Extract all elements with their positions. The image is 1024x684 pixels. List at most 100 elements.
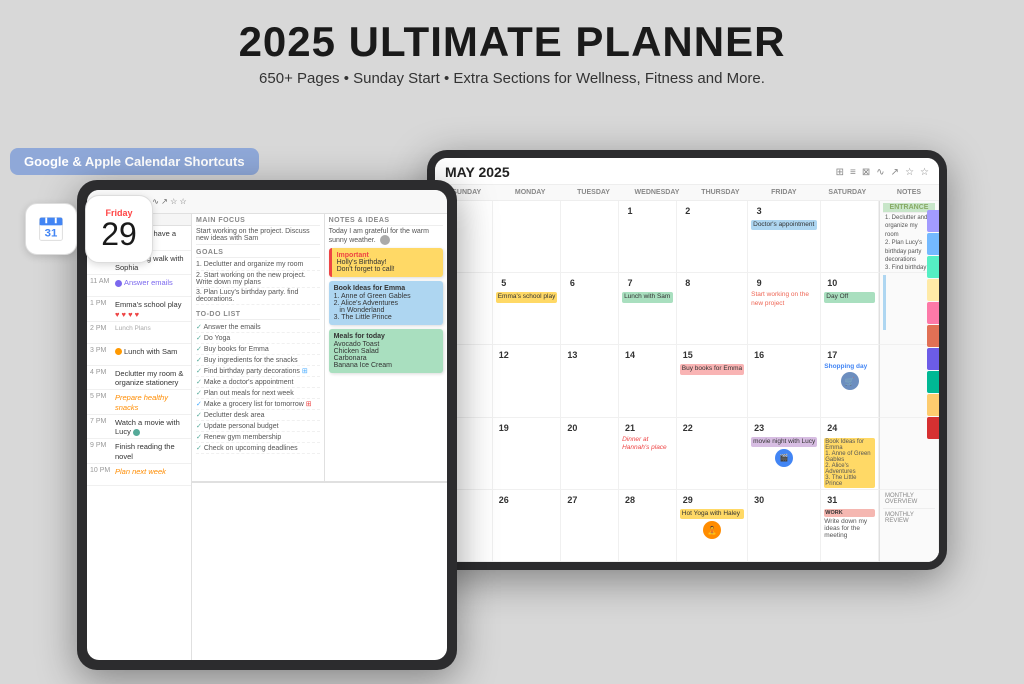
- time-row: 3 PM Lunch with Sam: [87, 344, 191, 366]
- cal-event: Buy books for Emma: [680, 364, 744, 374]
- todo-item: Declutter desk area: [196, 410, 320, 421]
- time-column: Schedule 8 AM Wake up & have a breakfast…: [87, 214, 192, 660]
- time-row: 7 PM Watch a movie with Lucy: [87, 415, 191, 440]
- google-calendar-icon: 31: [25, 203, 77, 255]
- time-row: 1 PM Emma's school play ♥ ♥ ♥ ♥: [87, 297, 191, 322]
- cal-cell: 17 Shopping day 🛒: [821, 345, 879, 417]
- day-name-fri: FRIDAY: [752, 187, 815, 198]
- yoga-icon: 🧘: [703, 521, 721, 539]
- calendar-screen: MAY 2025 ⊞ ≡ ⊠ ∿ ↗ ☆ ☆ SUNDAY MONDAY: [435, 158, 939, 562]
- time-row: 11 AM Answer emails: [87, 275, 191, 297]
- cal-cell: 30: [748, 490, 821, 562]
- right-panels: MAIN FOCUS Start working on the project.…: [192, 214, 447, 660]
- calendar-days-header: SUNDAY MONDAY TUESDAY WEDNESDAY THURSDAY…: [435, 185, 939, 201]
- cal-event: Lunch with Sam: [622, 292, 673, 302]
- subtitle: 650+ Pages • Sunday Start • Extra Sectio…: [0, 70, 1024, 87]
- calendar-main: 1 2 3 Doctor's appointment ENTRANCE: [435, 201, 939, 562]
- notes-col-row5: MONTHLY OVERVIEW MONTHLY REVIEW: [879, 490, 939, 562]
- day-name-mon: MONDAY: [498, 187, 561, 198]
- cal-cell: 3 Doctor's appointment: [748, 201, 821, 273]
- goal-item: 3. Plan Lucy's birthday party. find deco…: [196, 288, 320, 305]
- cal-cell: 10 Day Off: [821, 273, 879, 345]
- page-header: 2025 ULTIMATE PLANNER 650+ Pages • Sunda…: [0, 0, 1024, 95]
- goal-item: 2. Start working on the new project. Wri…: [196, 271, 320, 288]
- apple-cal-number: 29: [101, 218, 137, 250]
- cal-cell: 28: [619, 490, 677, 562]
- time-row: 9 PM Finish reading the novel: [87, 439, 191, 464]
- todo-item: Check on upcoming deadlines: [196, 443, 320, 454]
- todo-item: Do Yoga: [196, 333, 320, 344]
- cal-cell: 16: [748, 345, 821, 417]
- cal-cell: 24 Book Ideas for Emma1. Anne of Green G…: [821, 418, 879, 490]
- todo-item: Buy books for Emma: [196, 344, 320, 355]
- time-row: 2 PM Lunch Plans: [87, 322, 191, 344]
- ipad-right-screen: MAY 2025 ⊞ ≡ ⊠ ∿ ↗ ☆ ☆ SUNDAY MONDAY: [435, 158, 939, 562]
- svg-text:31: 31: [45, 228, 58, 240]
- cal-cell: 5 Emma's school play: [493, 273, 562, 345]
- todo-label: TO-DO LIST: [196, 311, 320, 320]
- cal-event: Emma's school play: [496, 292, 558, 302]
- cal-cell: 23 movie night with Lucy 🎬: [748, 418, 821, 490]
- day-name-tue: TUESDAY: [562, 187, 625, 198]
- cal-cell: 21 Dinner at Hannah's place: [619, 418, 677, 490]
- todo-item: Answer the emails: [196, 322, 320, 333]
- tab-labels: [927, 210, 939, 439]
- cal-cell: [493, 201, 562, 273]
- goals-label: GOALS: [196, 249, 320, 258]
- main-focus-panel: MAIN FOCUS Start working on the project.…: [192, 214, 325, 481]
- time-row: 5 PM Prepare healthy snacks: [87, 390, 191, 415]
- cal-event: Day Off: [824, 292, 875, 302]
- cal-cell: 12: [493, 345, 562, 417]
- shopping-icon: 🛒: [841, 372, 859, 390]
- cal-cell: 31 WORK Write down my ideas for the meet…: [821, 490, 879, 562]
- cal-event: Dinner at Hannah's place: [622, 436, 673, 453]
- todo-item: Make a grocery list for tomorrow ⊞: [196, 399, 320, 410]
- todo-item: Update personal budget: [196, 421, 320, 432]
- cal-cell: 8: [677, 273, 748, 345]
- calendar-header: MAY 2025 ⊞ ≡ ⊠ ∿ ↗ ☆ ☆: [435, 158, 939, 185]
- bottom-panel: [192, 482, 447, 660]
- calendar-body: 1 2 3 Doctor's appointment ENTRANCE: [435, 201, 939, 562]
- cal-cell: 2: [677, 201, 748, 273]
- day-name-sat: SATURDAY: [816, 187, 879, 198]
- cal-cell: 27: [561, 490, 619, 562]
- cal-cell: 19: [493, 418, 562, 490]
- devices-container: ◀ ▶ ⊞ ⊟ ⊠ ✦ ∿ ↗ ☆ ☆ Schedule 8 AM Wake u…: [0, 140, 1024, 684]
- main-focus-label: MAIN FOCUS: [196, 217, 320, 226]
- cal-event: movie night with Lucy: [751, 437, 817, 447]
- cal-event: Start working on the new project: [751, 291, 817, 308]
- cal-event: Doctor's appointment: [751, 220, 817, 230]
- cal-cell: 22: [677, 418, 748, 490]
- cal-cell: 14: [619, 345, 677, 417]
- calendar-icons-area: 31 Friday 29: [25, 195, 153, 263]
- todo-item: Buy ingredients for the snacks: [196, 355, 320, 366]
- cal-cell: 29 Hot Yoga with Haley 🧘: [677, 490, 748, 562]
- time-row: 10 PM Plan next week: [87, 464, 191, 486]
- cal-sticky: Book Ideas for Emma1. Anne of Green Gabl…: [824, 438, 875, 488]
- cal-cell: [561, 201, 619, 273]
- ipad-right: MAY 2025 ⊞ ≡ ⊠ ∿ ↗ ☆ ☆ SUNDAY MONDAY: [427, 150, 947, 570]
- cal-cell: 20: [561, 418, 619, 490]
- cal-event: Shopping day: [824, 363, 875, 370]
- cal-cell: 15 Buy books for Emma: [677, 345, 748, 417]
- main-focus-text: Start working on the project. Discuss ne…: [196, 228, 320, 245]
- notes-text: Today I am grateful for the warm sunny w…: [329, 228, 443, 245]
- main-title: 2025 ULTIMATE PLANNER: [0, 18, 1024, 66]
- notes-label: NOTES & IDEAS: [329, 217, 443, 226]
- cal-cell: 6: [561, 273, 619, 345]
- work-badge: WORK: [824, 509, 875, 517]
- day-name-notes: NOTES: [879, 187, 939, 198]
- cal-cell: 7 Lunch with Sam: [619, 273, 677, 345]
- calendar-toolbar: ⊞ ≡ ⊠ ∿ ↗ ☆ ☆: [836, 167, 929, 178]
- important-note: Important Holly's Birthday!Don't forget …: [329, 248, 443, 277]
- goal-item: 1. Declutter and organize my room: [196, 260, 320, 271]
- top-panels: MAIN FOCUS Start working on the project.…: [192, 214, 447, 482]
- planner-body: Schedule 8 AM Wake up & have a breakfast…: [87, 214, 447, 660]
- calendar-grid: 1 2 3 Doctor's appointment ENTRANCE: [435, 201, 939, 562]
- meals-sticky: Meals for today Avocado Toast Chicken Sa…: [329, 329, 443, 373]
- calendar-month-title: MAY 2025: [445, 164, 510, 180]
- todo-item: Plan out meals for next week: [196, 388, 320, 399]
- book-ideas-sticky: Book Ideas for Emma 1. Anne of Green Gab…: [329, 281, 443, 325]
- cal-cell: 9 Start working on the new project: [748, 273, 821, 345]
- day-name-thu: THURSDAY: [689, 187, 752, 198]
